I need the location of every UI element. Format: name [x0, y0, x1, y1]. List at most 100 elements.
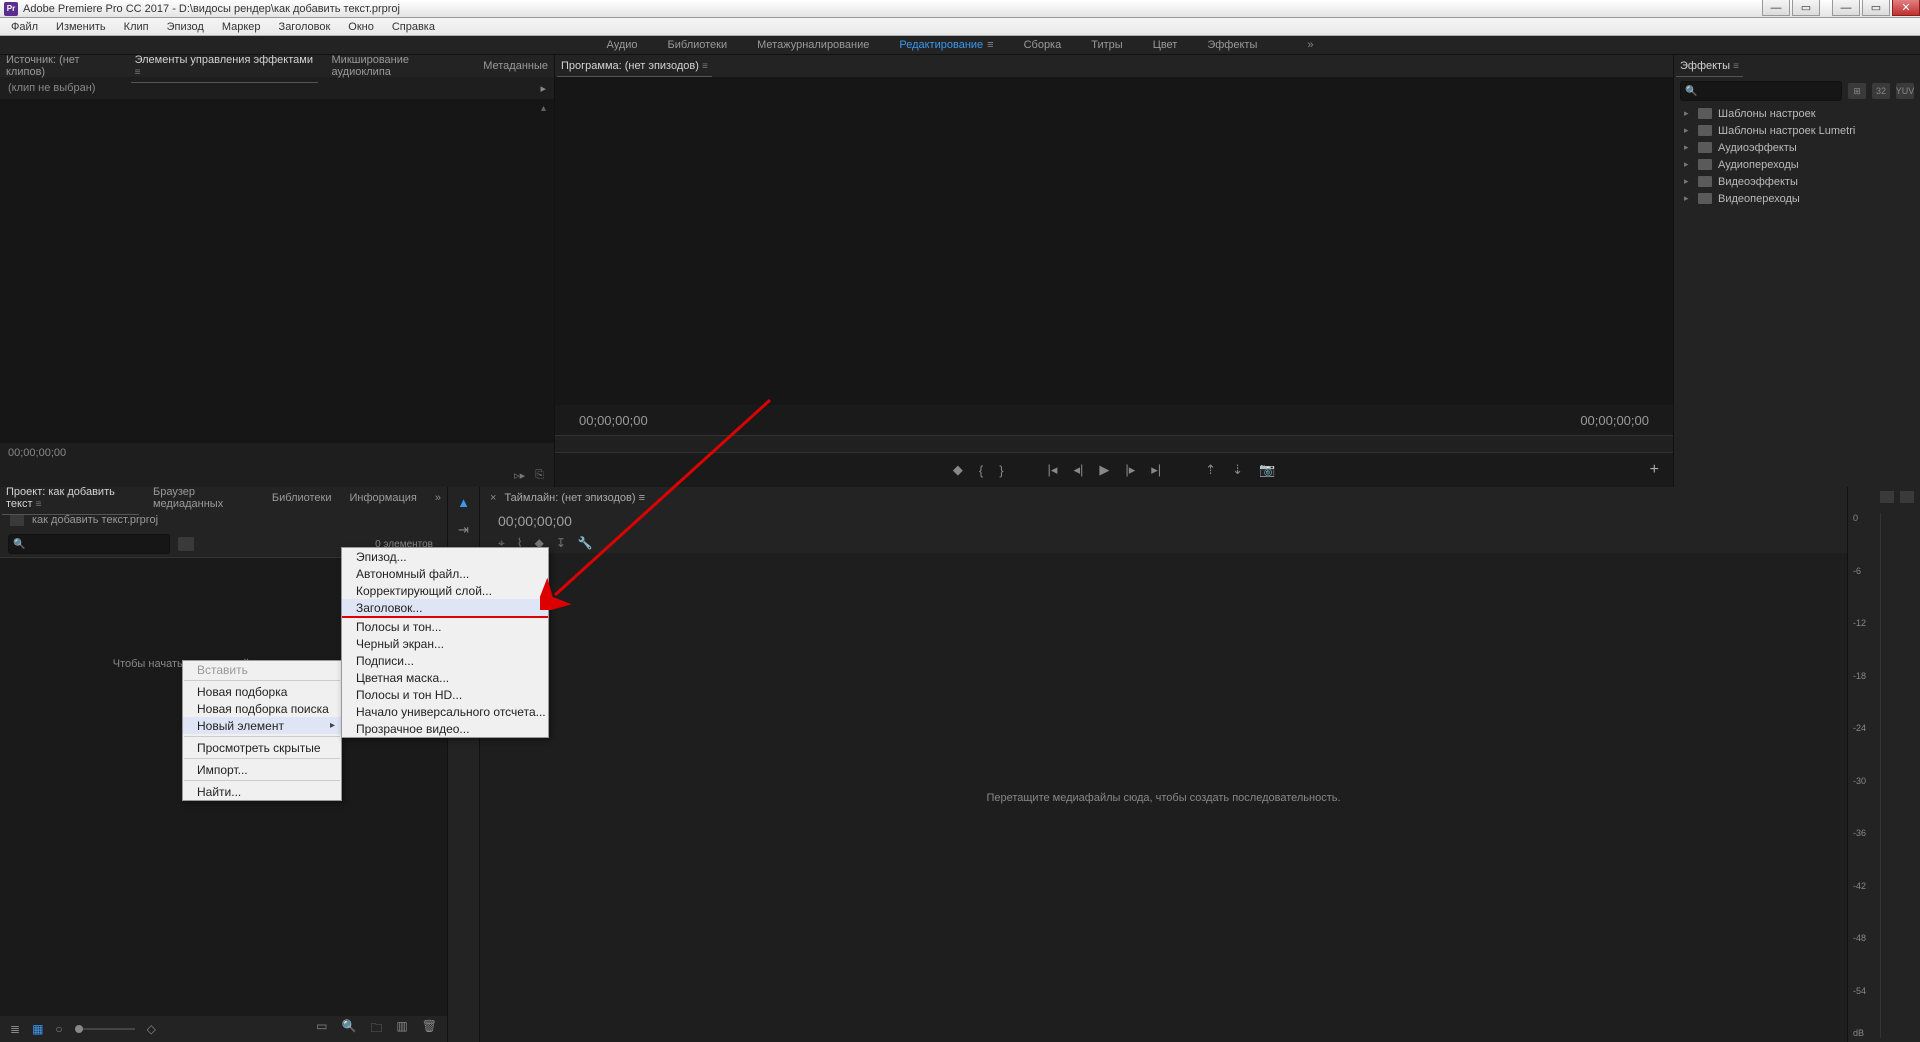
app-minimize-button[interactable]: —	[1762, 0, 1790, 16]
tab-program[interactable]: Программа: (нет эпизодов) ≡	[561, 56, 708, 76]
os-close-button[interactable]: ✕	[1892, 0, 1920, 16]
menu-window[interactable]: Окно	[341, 20, 381, 34]
hamburger-icon[interactable]: ≡	[639, 492, 645, 504]
ctx-item-transparent-video[interactable]: Прозрачное видео...	[342, 720, 548, 737]
hamburger-icon[interactable]: ≡	[987, 39, 993, 51]
ctx-item-black-video[interactable]: Черный экран...	[342, 635, 548, 652]
mark-in-icon[interactable]: {	[979, 463, 983, 478]
menu-title[interactable]: Заголовок	[272, 20, 338, 34]
workspace-assembly[interactable]: Сборка	[1024, 39, 1062, 51]
os-maximize-button[interactable]: ▭	[1862, 0, 1890, 16]
fx-folder[interactable]: ▸Шаблоны настроек Lumetri	[1674, 122, 1920, 139]
fx-folder[interactable]: ▸Видеопереходы	[1674, 190, 1920, 207]
ctx-item-color-matte[interactable]: Цветная маска...	[342, 669, 548, 686]
tab-effect-controls[interactable]: Элементы управления эффектами ≡	[135, 50, 314, 82]
fx-folder[interactable]: ▸Аудиоэффекты	[1674, 139, 1920, 156]
tab-source[interactable]: Источник: (нет клипов)	[6, 50, 117, 82]
zoom-slider[interactable]	[75, 1028, 135, 1030]
ctx-item-paste[interactable]: Вставить	[183, 661, 341, 678]
trash-icon[interactable]: 🗑	[422, 1019, 437, 1040]
new-item-icon[interactable]: ▥	[396, 1019, 407, 1040]
export-frame-icon[interactable]: 📷	[1259, 462, 1275, 478]
source-btn-1-icon[interactable]: ▹▸	[514, 469, 525, 482]
hamburger-icon[interactable]: ≡	[36, 499, 42, 510]
tl-wrench-icon[interactable]: 🔧	[578, 536, 593, 550]
workspace-editing[interactable]: Редактирование≡	[899, 39, 993, 51]
track-select-tool-icon[interactable]: ⇥	[455, 521, 473, 539]
project-search-input[interactable]	[8, 534, 170, 554]
ctx-item-import[interactable]: Импорт...	[183, 761, 341, 778]
workspace-audio[interactable]: Аудио	[607, 39, 638, 51]
tab-timeline[interactable]: Таймлайн: (нет эпизодов) ≡	[504, 492, 645, 504]
marker-icon[interactable]: ◆	[953, 462, 963, 478]
source-btn-2-icon[interactable]: ⎘	[535, 469, 544, 482]
ctx-item-title[interactable]: Заголовок...	[342, 599, 548, 616]
menu-sequence[interactable]: Эпизод	[160, 20, 211, 34]
ctx-item-bars-tone[interactable]: Полосы и тон...	[342, 618, 548, 635]
menu-help[interactable]: Справка	[385, 20, 442, 34]
tl-insert-icon[interactable]: ↧	[556, 536, 566, 550]
fx-folder[interactable]: ▸Шаблоны настроек	[1674, 105, 1920, 122]
ctx-item-hd-bars[interactable]: Полосы и тон HD...	[342, 686, 548, 703]
workspace-metalogging[interactable]: Метажурналирование	[757, 39, 869, 51]
tab-metadata[interactable]: Метаданные	[483, 56, 548, 76]
close-icon[interactable]: ×	[490, 492, 496, 504]
ctx-item-find[interactable]: Найти...	[183, 783, 341, 800]
workspace-color[interactable]: Цвет	[1153, 39, 1178, 51]
extract-icon[interactable]: ⇣	[1232, 462, 1243, 478]
tab-effects[interactable]: Эффекты ≡	[1680, 56, 1739, 76]
ctx-item-countdown[interactable]: Начало универсального отсчета...	[342, 703, 548, 720]
workspace-titles[interactable]: Титры	[1091, 39, 1122, 51]
tab-media-browser[interactable]: Браузер медиаданных	[153, 482, 254, 514]
effects-search-input[interactable]	[1680, 81, 1842, 101]
ctx-item-sequence[interactable]: Эпизод...	[342, 548, 548, 565]
panel-overflow-icon[interactable]: »	[435, 492, 441, 504]
tab-info[interactable]: Информация	[350, 488, 417, 508]
list-view-icon[interactable]: ≣	[10, 1022, 20, 1036]
ctx-item-captions[interactable]: Подписи...	[342, 652, 548, 669]
menu-marker[interactable]: Маркер	[215, 20, 268, 34]
new-bin-icon[interactable]: 🗀	[370, 1019, 382, 1040]
ctx-item-view-hidden[interactable]: Просмотреть скрытые	[183, 739, 341, 756]
lift-icon[interactable]: ⇡	[1205, 462, 1216, 478]
app-maximize-button[interactable]: ▭	[1792, 0, 1820, 16]
timeline-timecode[interactable]: 00;00;00;00	[498, 513, 572, 529]
button-editor-icon[interactable]: +	[1650, 461, 1659, 479]
hamburger-icon[interactable]: ≡	[1733, 61, 1739, 72]
go-out-icon[interactable]: ▸|	[1151, 462, 1161, 478]
ctx-item-offline-file[interactable]: Автономный файл...	[342, 565, 548, 582]
bin-icon[interactable]	[178, 537, 194, 551]
ctx-item-adjustment-layer[interactable]: Корректирующий слой...	[342, 582, 548, 599]
sort-icon[interactable]: ◇	[147, 1022, 156, 1036]
workspace-effects[interactable]: Эффекты	[1207, 39, 1257, 51]
step-back-icon[interactable]: ◂|	[1073, 462, 1083, 478]
fx-folder[interactable]: ▸Видеоэффекты	[1674, 173, 1920, 190]
step-fwd-icon[interactable]: |▸	[1125, 462, 1135, 478]
freeform-icon[interactable]: ○	[55, 1022, 62, 1036]
auto-seq-icon[interactable]: ▭	[316, 1019, 327, 1040]
fx-badge-2-icon[interactable]: 32	[1872, 83, 1890, 99]
fx-folder[interactable]: ▸Аудиопереходы	[1674, 156, 1920, 173]
menu-clip[interactable]: Клип	[117, 20, 156, 34]
hamburger-icon[interactable]: ≡	[702, 61, 708, 72]
selection-tool-icon[interactable]: ▲	[455, 493, 473, 511]
collapse-icon[interactable]: ▴	[541, 103, 546, 114]
os-minimize-button[interactable]: —	[1832, 0, 1860, 16]
menu-file[interactable]: Файл	[4, 20, 45, 34]
ctx-item-new-item[interactable]: Новый элемент	[183, 717, 341, 734]
go-in-icon[interactable]: |◂	[1048, 462, 1058, 478]
hamburger-icon[interactable]: ≡	[135, 67, 141, 78]
find-icon[interactable]: 🔍	[341, 1019, 356, 1040]
fx-badge-1-icon[interactable]: ⊞	[1848, 83, 1866, 99]
tab-libraries[interactable]: Библиотеки	[272, 488, 332, 508]
workspace-overflow-icon[interactable]: »	[1307, 39, 1313, 51]
mark-out-icon[interactable]: }	[999, 463, 1003, 478]
ctx-item-new-bin[interactable]: Новая подборка	[183, 683, 341, 700]
ctx-item-new-search-bin[interactable]: Новая подборка поиска	[183, 700, 341, 717]
program-ruler[interactable]	[555, 435, 1673, 453]
tab-project[interactable]: Проект: как добавить текст ≡	[6, 482, 135, 514]
menu-edit[interactable]: Изменить	[49, 20, 113, 34]
tab-audio-mixer[interactable]: Микширование аудиоклипа	[332, 50, 466, 82]
play-icon[interactable]: ▶	[1099, 462, 1109, 478]
icon-view-icon[interactable]: ▦	[32, 1022, 43, 1036]
